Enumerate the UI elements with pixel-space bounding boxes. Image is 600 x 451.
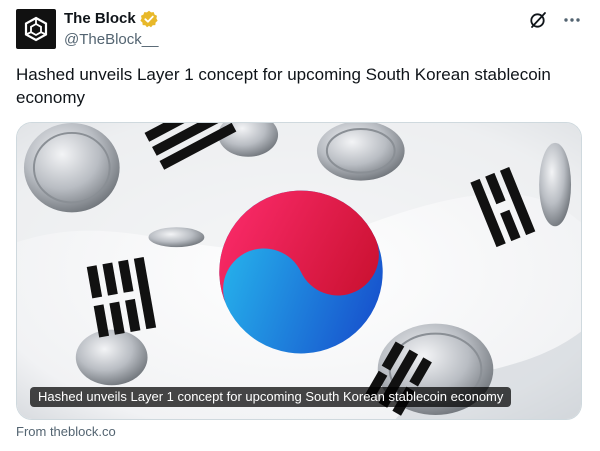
cube-logo-icon [24, 16, 48, 42]
author-handle[interactable]: @TheBlock__ [64, 31, 158, 49]
tweet-actions-top [528, 10, 582, 30]
avatar[interactable] [16, 9, 56, 49]
more-options-icon[interactable] [562, 10, 582, 30]
tweet-container: The Block @TheBlock__ Hashed unveils Lay… [0, 0, 600, 451]
card-image-korean-flag [17, 123, 581, 419]
card-caption: Hashed unveils Layer 1 concept for upcom… [30, 387, 512, 407]
display-name[interactable]: The Block [64, 10, 136, 28]
tweet-text: Hashed unveils Layer 1 concept for upcom… [16, 65, 551, 107]
author-name-row: The Block [64, 10, 158, 28]
card-source-link[interactable]: From theblock.co [16, 424, 116, 440]
link-card[interactable]: Hashed unveils Layer 1 concept for upcom… [16, 122, 582, 420]
grok-icon[interactable] [528, 10, 548, 30]
verified-badge-icon [140, 10, 158, 28]
